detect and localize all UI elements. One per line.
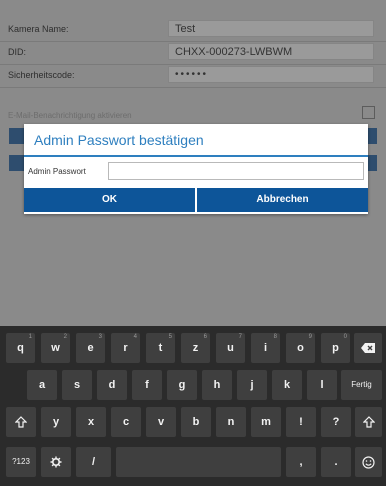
key-p[interactable]: 0p: [321, 333, 350, 363]
emoji-key[interactable]: [355, 447, 382, 477]
cancel-button[interactable]: Abbrechen: [197, 188, 368, 212]
settings-icon: [50, 456, 62, 468]
key-question[interactable]: ?: [321, 407, 351, 437]
key-w[interactable]: 2w: [41, 333, 70, 363]
done-key[interactable]: Fertig: [341, 370, 382, 400]
key-j[interactable]: j: [237, 370, 267, 400]
key-a[interactable]: a: [27, 370, 57, 400]
key-i[interactable]: 8i: [251, 333, 280, 363]
security-code-row: Sicherheitscode: ••••••: [0, 65, 386, 88]
shift-key-left[interactable]: [6, 407, 36, 437]
key-c[interactable]: c: [111, 407, 141, 437]
key-t[interactable]: 5t: [146, 333, 175, 363]
camera-name-label: Kamera Name:: [8, 24, 69, 34]
did-row: DID: CHXX-000273-LWBWM: [0, 42, 386, 65]
slash-key[interactable]: /: [76, 447, 111, 477]
symbols-key[interactable]: ?123: [6, 447, 36, 477]
key-b[interactable]: b: [181, 407, 211, 437]
did-label: DID:: [8, 47, 26, 57]
admin-password-dialog: Admin Passwort bestätigen Admin Passwort…: [24, 124, 368, 214]
shift-icon: [362, 416, 375, 428]
ok-button[interactable]: OK: [24, 188, 195, 212]
did-field[interactable]: CHXX-000273-LWBWM: [168, 43, 374, 60]
dialog-title-divider: [24, 155, 368, 157]
key-g[interactable]: g: [167, 370, 197, 400]
on-screen-keyboard: 1q 2w 3e 4r 5t 6z 7u 8i 9o 0p a s d f g …: [0, 326, 386, 486]
key-u[interactable]: 7u: [216, 333, 245, 363]
screen: Kamera Name: Test DID: CHXX-000273-LWBWM…: [0, 0, 386, 486]
key-h[interactable]: h: [202, 370, 232, 400]
key-x[interactable]: x: [76, 407, 106, 437]
key-m[interactable]: m: [251, 407, 281, 437]
backspace-key[interactable]: [354, 333, 382, 363]
security-code-label: Sicherheitscode:: [8, 70, 75, 80]
camera-name-field[interactable]: Test: [168, 20, 374, 37]
emoji-icon: [362, 455, 375, 469]
key-v[interactable]: v: [146, 407, 176, 437]
email-notification-label: E-Mail-Benachrichtigung aktivieren: [8, 111, 132, 120]
admin-password-label: Admin Passwort: [28, 167, 86, 176]
comma-key[interactable]: ,: [286, 447, 316, 477]
key-r[interactable]: 4r: [111, 333, 140, 363]
key-z[interactable]: 6z: [181, 333, 210, 363]
shift-icon: [14, 416, 28, 428]
admin-password-input[interactable]: [108, 162, 364, 180]
period-key[interactable]: .: [321, 447, 351, 477]
space-key[interactable]: [116, 447, 281, 477]
key-d[interactable]: d: [97, 370, 127, 400]
key-n[interactable]: n: [216, 407, 246, 437]
key-f[interactable]: f: [132, 370, 162, 400]
email-notification-checkbox[interactable]: [362, 106, 375, 119]
key-s[interactable]: s: [62, 370, 92, 400]
key-o[interactable]: 9o: [286, 333, 315, 363]
key-exclamation[interactable]: !: [286, 407, 316, 437]
key-e[interactable]: 3e: [76, 333, 105, 363]
shift-key-right[interactable]: [355, 407, 382, 437]
security-code-field[interactable]: ••••••: [168, 66, 374, 83]
camera-name-row: Kamera Name: Test: [0, 19, 386, 42]
key-l[interactable]: l: [307, 370, 337, 400]
dialog-title: Admin Passwort bestätigen: [34, 132, 204, 148]
backspace-icon: [361, 342, 375, 354]
key-k[interactable]: k: [272, 370, 302, 400]
key-y[interactable]: y: [41, 407, 71, 437]
key-q[interactable]: 1q: [6, 333, 35, 363]
settings-key[interactable]: [41, 447, 71, 477]
